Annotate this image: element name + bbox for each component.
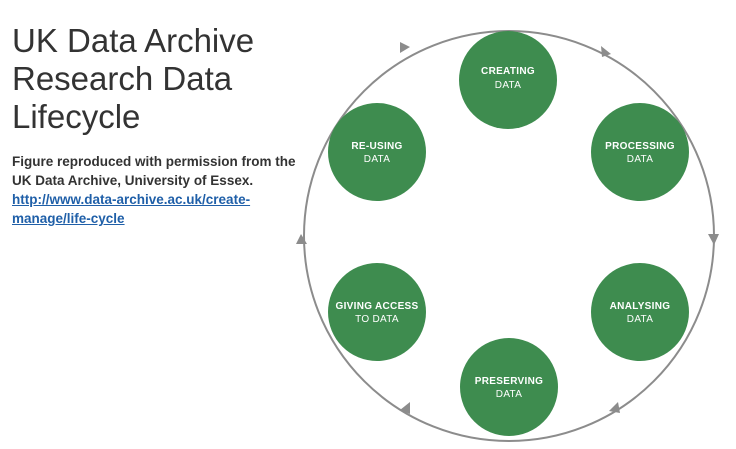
stage-giving-access-to-data: GIVING ACCESS TO DATA — [328, 263, 426, 361]
stage-label: GIVING ACCESS — [336, 301, 419, 312]
stage-label: PRESERVING — [475, 376, 543, 387]
stage-processing-data: PROCESSING DATA — [591, 103, 689, 201]
stage-sublabel: DATA — [627, 314, 653, 325]
arrow-head — [609, 402, 620, 413]
stage-re-using-data: RE-USING DATA — [328, 103, 426, 201]
lifecycle-diagram: CREATING DATA PROCESSING DATA ANALYSING … — [296, 30, 719, 442]
stage-analysing-data: ANALYSING DATA — [591, 263, 689, 361]
stage-sublabel: TO DATA — [355, 314, 399, 325]
arrow-head — [708, 234, 719, 245]
stage-sublabel: DATA — [496, 389, 522, 400]
stage-label: PROCESSING — [605, 141, 675, 152]
stage-preserving-data: PRESERVING DATA — [460, 338, 558, 436]
stage-sublabel: DATA — [495, 80, 521, 91]
stage-creating-data: CREATING DATA — [459, 31, 557, 129]
arrow-head — [400, 42, 410, 53]
stage-sublabel: DATA — [364, 154, 390, 165]
stage-sublabel: DATA — [627, 154, 653, 165]
stage-label: RE-USING — [351, 141, 402, 152]
stage-label: CREATING — [481, 66, 535, 77]
arrow-head — [601, 46, 611, 57]
arrow-head — [296, 234, 307, 244]
stage-label: ANALYSING — [610, 301, 671, 312]
